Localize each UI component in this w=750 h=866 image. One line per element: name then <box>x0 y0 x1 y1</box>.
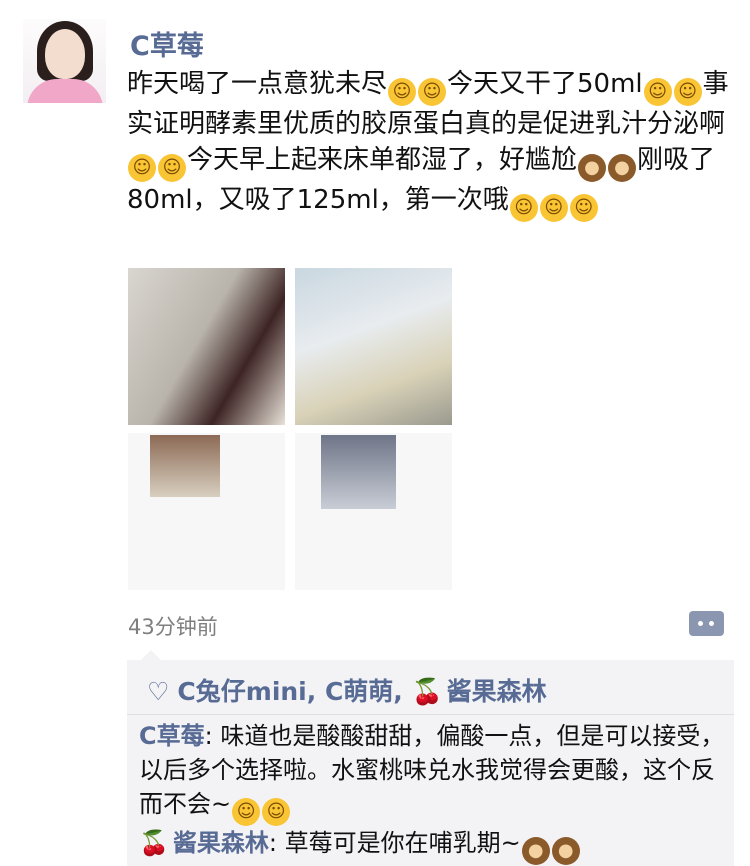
comment-author[interactable]: 酱果森林 <box>173 829 269 857</box>
flushed-emoji: ☺ <box>262 798 291 826</box>
wink-emoji: ☺ <box>128 154 156 182</box>
flushed-emoji: ☺ <box>673 78 702 106</box>
interaction-panel: ♡ C兔仔mini, C萌萌, 🍒 酱果森林 C草莓: 味道也是酸酸甜甜，偏酸一点，… <box>127 650 734 866</box>
post-photo[interactable] <box>295 268 452 425</box>
post-time: 43分钟前 <box>128 615 218 639</box>
like-name-last[interactable]: 酱果森林 <box>447 677 547 706</box>
see-no-evil-emoji: ● <box>521 837 550 865</box>
comment-icon[interactable] <box>689 611 724 636</box>
comment-text: 草莓可是你在哺乳期~ <box>284 829 521 857</box>
flushed-emoji: ☺ <box>643 78 672 106</box>
see-no-evil-emoji: ● <box>608 154 637 182</box>
post-text: 昨天喝了一点意犹未尽 ☺ ☺ 今天又干了50ml ☺ ☺ 事实证明酵素里优质的胶原蛋白真的是… <box>127 66 737 222</box>
post-photo[interactable] <box>128 433 285 590</box>
divider <box>127 714 734 715</box>
post-photo[interactable] <box>128 268 285 425</box>
likes-row: ♡ C兔仔mini, C萌萌, 🍒 酱果森林 <box>147 672 547 708</box>
see-no-evil-emoji: ● <box>551 837 580 865</box>
cherry-icon: 🍒 <box>139 829 169 857</box>
avatar[interactable] <box>23 19 106 103</box>
flushed-emoji: ☺ <box>232 798 261 826</box>
yum-emoji: ☺ <box>418 78 447 106</box>
comment-text: 味道也是酸酸甜甜，偏酸一点，但是可以接受，以后多个选择啦。水蜜桃味兑水我觉得会更… <box>139 722 725 818</box>
wink-emoji: ☺ <box>158 154 186 182</box>
hug-emoji: ☺ <box>509 194 538 222</box>
comment[interactable]: 🍒 酱果森林: 草莓可是你在哺乳期~ ● ● <box>139 826 727 865</box>
hug-emoji: ☺ <box>539 194 568 222</box>
comment[interactable]: C草莓: 味道也是酸酸甜甜，偏酸一点，但是可以接受，以后多个选择啦。水蜜桃味兑水… <box>139 719 727 826</box>
yum-emoji: ☺ <box>388 78 417 106</box>
cherry-icon: 🍒 <box>411 677 443 706</box>
like-names[interactable]: C兔仔mini, C萌萌, <box>177 677 411 706</box>
hug-emoji: ☺ <box>569 194 598 222</box>
heart-icon: ♡ <box>147 677 170 706</box>
comment-author[interactable]: C草莓 <box>139 722 205 750</box>
post-author[interactable]: C草莓 <box>130 24 204 63</box>
see-no-evil-emoji: ● <box>578 154 607 182</box>
post-photo[interactable] <box>295 433 452 590</box>
